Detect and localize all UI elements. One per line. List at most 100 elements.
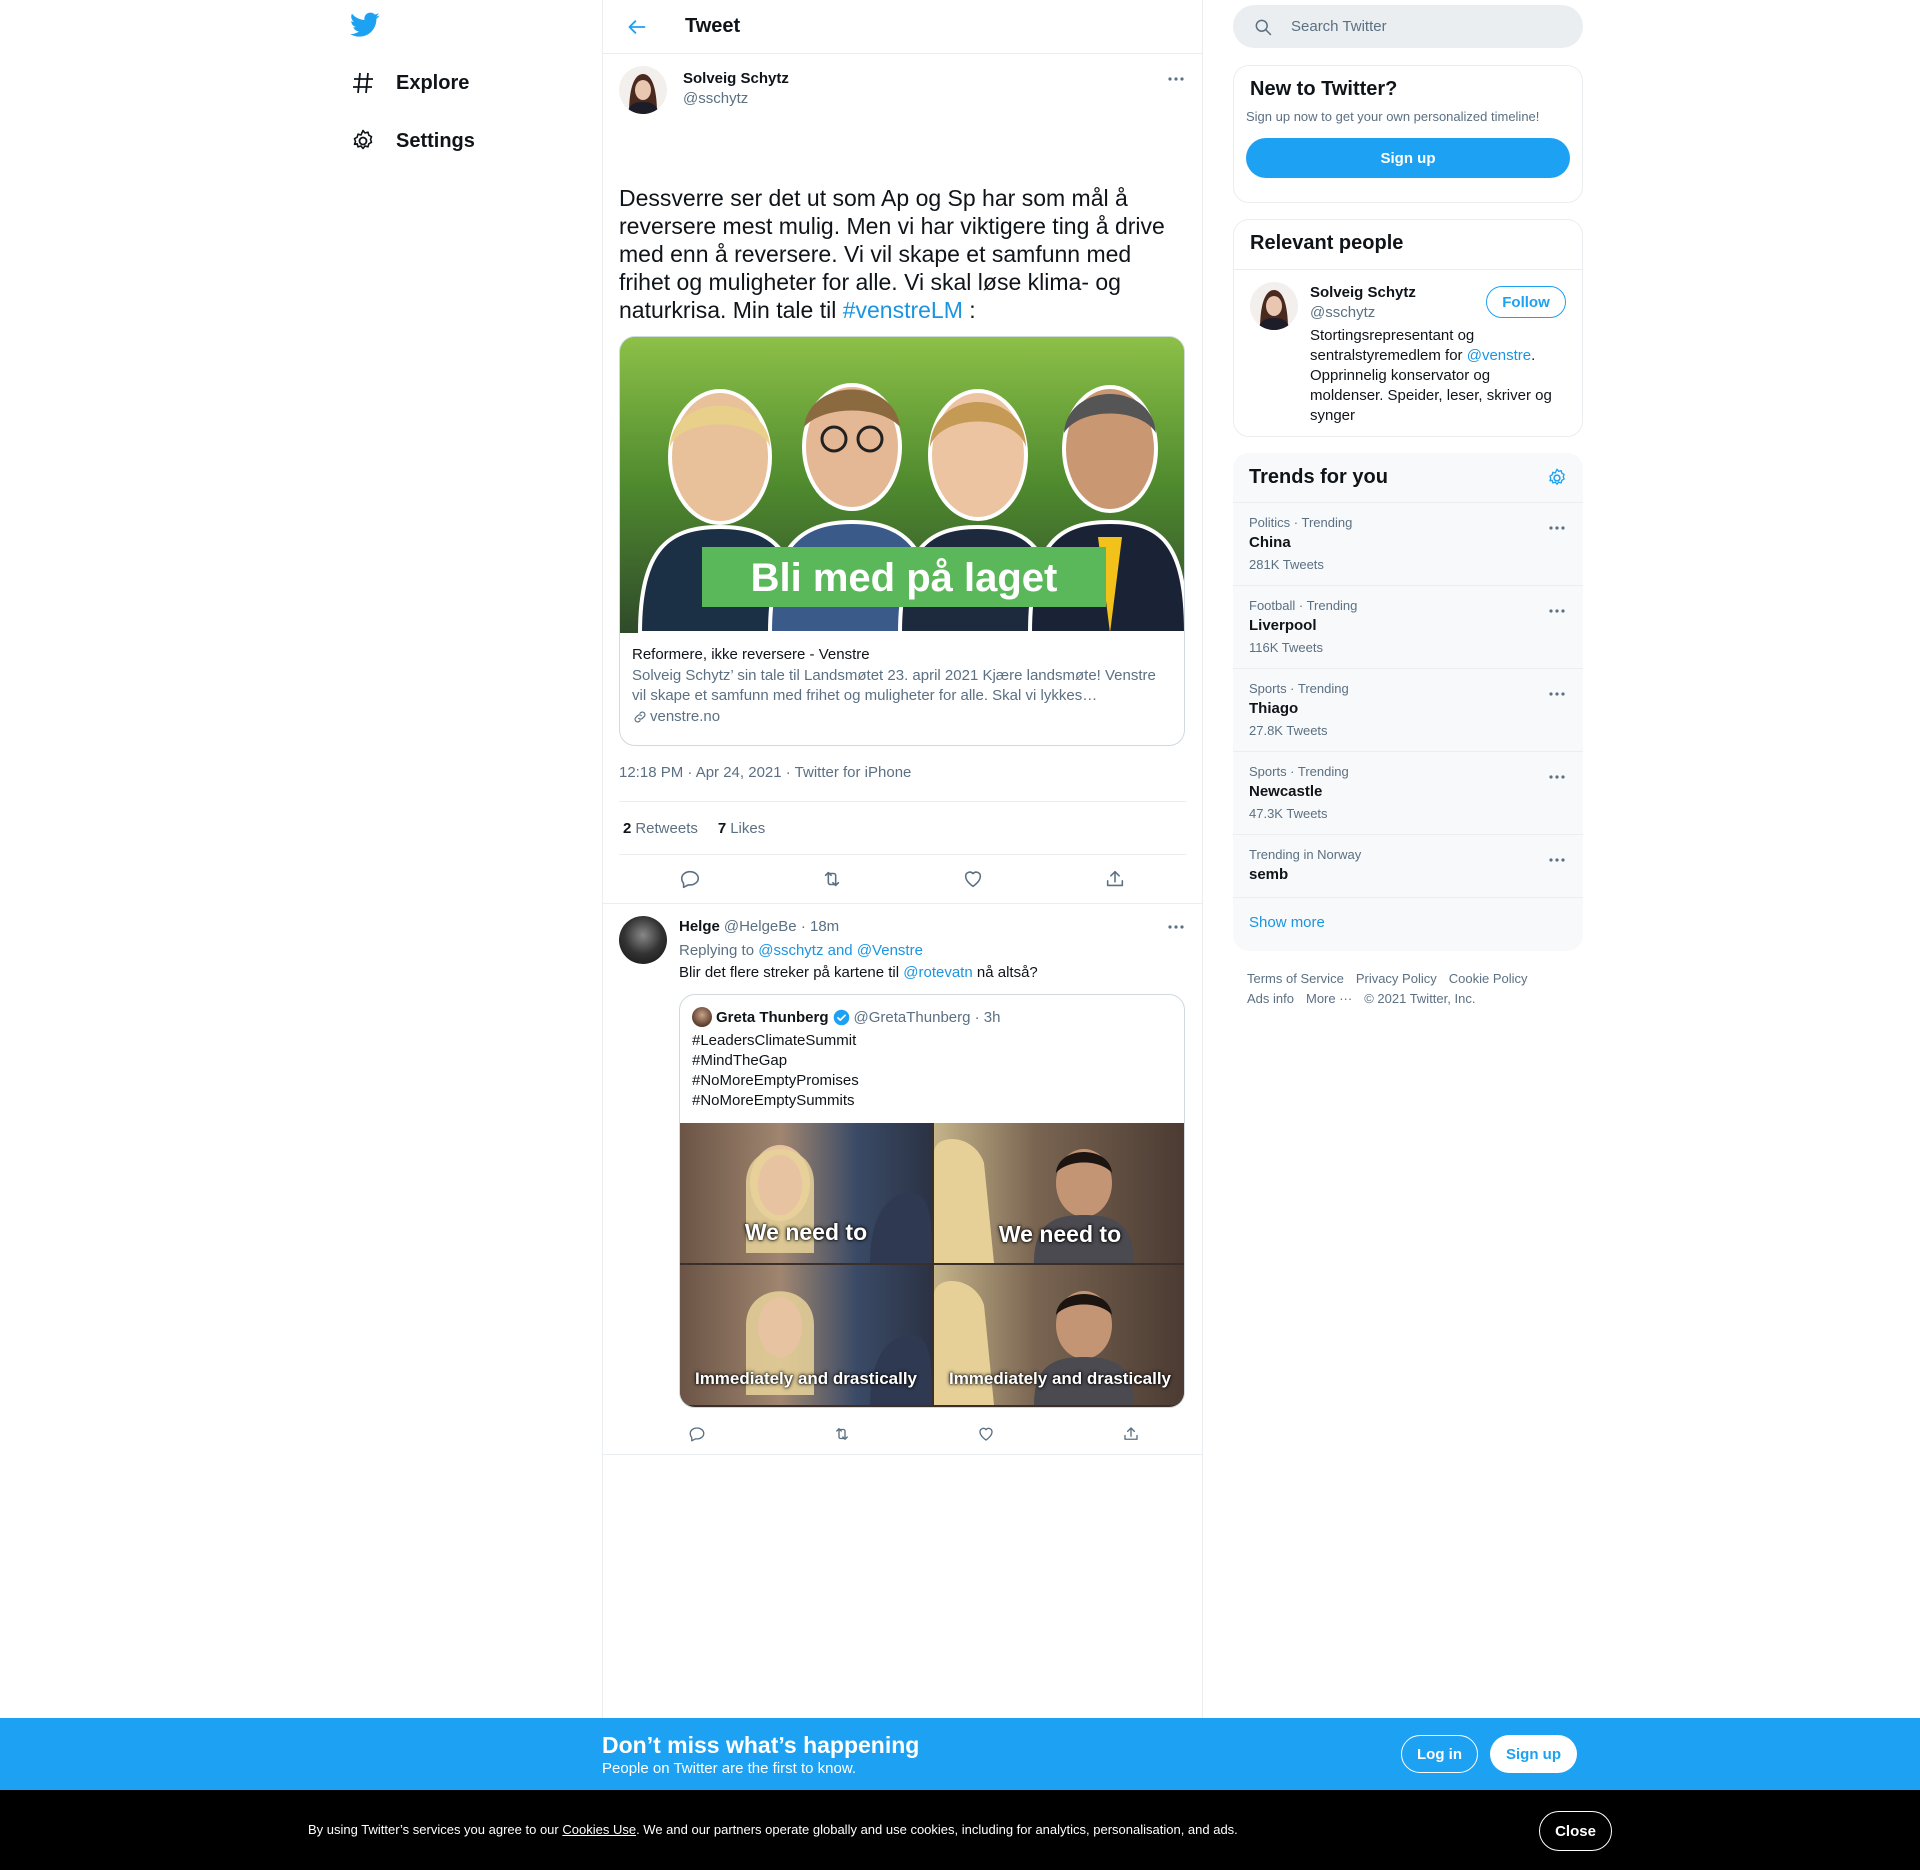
reply-author-name[interactable]: Helge xyxy=(679,918,720,935)
show-more-link[interactable]: Show more xyxy=(1233,897,1583,949)
reply-icon[interactable] xyxy=(679,1416,715,1452)
bio-mention-link[interactable]: @venstre xyxy=(1467,347,1531,364)
meme-caption: Immediately and drastically xyxy=(694,1369,918,1388)
reply-time[interactable]: · 18m xyxy=(801,918,839,935)
quoted-tweet[interactable]: Greta Thunberg @GretaThunberg · 3h #Lead… xyxy=(679,994,1185,1408)
person-item[interactable]: Solveig Schytz @sschytz Follow Stortings… xyxy=(1234,269,1582,437)
footer-link[interactable]: More ··· xyxy=(1306,989,1352,1009)
trend-item[interactable]: Politics · Trending China 281K Tweets xyxy=(1233,502,1583,585)
more-options-icon[interactable] xyxy=(1547,853,1567,867)
tweet-stats: 2 Retweets 7 Likes xyxy=(619,802,1186,855)
meme-panel: Immediately and drastically xyxy=(680,1265,932,1405)
reply-icon[interactable] xyxy=(672,861,708,897)
search-input[interactable]: Search Twitter xyxy=(1233,5,1583,48)
log-in-button[interactable]: Log in xyxy=(1401,1735,1478,1773)
trend-context: Trending in Norway xyxy=(1249,847,1362,862)
sign-up-button[interactable]: Sign up xyxy=(1246,138,1570,178)
card-info: Reformere, ikke reversere - Venstre Solv… xyxy=(620,633,1184,745)
more-options-icon[interactable] xyxy=(1547,604,1567,618)
trend-name: Liverpool xyxy=(1249,617,1317,634)
card-banner-text: Bli med på laget xyxy=(751,556,1058,600)
footer-link[interactable]: Ads info xyxy=(1247,989,1294,1009)
retweet-icon[interactable] xyxy=(824,1416,860,1452)
meme-caption: We need to xyxy=(744,1219,868,1245)
footer-links: Terms of Service Privacy Policy Cookie Pol… xyxy=(1247,969,1567,1009)
trend-item[interactable]: Football · Trending Liverpool 116K Tweet… xyxy=(1233,585,1583,668)
cookies-use-link[interactable]: Cookies Use xyxy=(562,1822,636,1837)
footer-link[interactable]: Privacy Policy xyxy=(1356,969,1437,989)
follow-button[interactable]: Follow xyxy=(1486,286,1566,318)
likes-stat[interactable]: 7 Likes xyxy=(718,820,765,837)
quote-text: #LeadersClimateSummit #MindTheGap #NoMor… xyxy=(680,1027,1184,1123)
trend-count: 27.8K Tweets xyxy=(1249,723,1328,738)
reply-author-handle[interactable]: @HelgeBe xyxy=(724,918,797,935)
retweets-stat[interactable]: 2 Retweets xyxy=(623,820,698,837)
card-image: Bli med på laget xyxy=(620,337,1184,633)
retweet-icon[interactable] xyxy=(814,861,850,897)
footer-link[interactable]: Terms of Service xyxy=(1247,969,1344,989)
more-options-icon[interactable] xyxy=(1166,920,1186,934)
share-icon[interactable] xyxy=(1113,1416,1149,1452)
reply-tweet[interactable]: Helge @HelgeBe · 18m Replying to @sschytz… xyxy=(603,903,1202,1455)
likes-label: Likes xyxy=(730,819,766,837)
nav-explore-label: Explore xyxy=(396,71,470,94)
close-button[interactable]: Close xyxy=(1539,1811,1612,1851)
meme-panel: We need to xyxy=(934,1123,1184,1263)
more-options-icon[interactable] xyxy=(1547,687,1567,701)
avatar[interactable] xyxy=(619,916,667,964)
back-arrow-icon[interactable] xyxy=(619,9,655,45)
footer-link[interactable]: Cookie Policy xyxy=(1449,969,1528,989)
twitter-bird-icon[interactable] xyxy=(350,12,380,38)
reply-text: Blir det flere streker på kartene til @r… xyxy=(679,964,1038,981)
quote-header: Greta Thunberg @GretaThunberg · 3h xyxy=(680,995,1184,1027)
banner-title: Don’t miss what’s happening xyxy=(602,1732,920,1758)
trend-item[interactable]: Trending in Norway semb xyxy=(1233,834,1583,897)
trend-item[interactable]: Sports · Trending Thiago 27.8K Tweets xyxy=(1233,668,1583,751)
hashtag-icon xyxy=(350,70,376,96)
gear-icon[interactable] xyxy=(1547,468,1567,488)
trend-context: Sports · Trending xyxy=(1249,681,1349,696)
new-to-twitter-panel: New to Twitter? Sign up now to get your … xyxy=(1233,65,1583,203)
quote-line: #NoMoreEmptyPromises xyxy=(692,1072,859,1089)
nav-explore[interactable]: Explore xyxy=(350,63,469,103)
link-icon xyxy=(634,711,646,722)
tweet-actions xyxy=(619,855,1186,903)
replying-to-users[interactable]: @sschytz and @Venstre xyxy=(758,942,923,959)
like-icon[interactable] xyxy=(968,1416,1004,1452)
like-icon[interactable] xyxy=(955,861,991,897)
trend-item[interactable]: Sports · Trending Newcastle 47.3K Tweets xyxy=(1233,751,1583,834)
share-icon[interactable] xyxy=(1097,861,1133,897)
banner-subtitle: People on Twitter are the first to know. xyxy=(602,1760,857,1777)
panel-title: Relevant people xyxy=(1250,232,1404,254)
trend-count: 47.3K Tweets xyxy=(1249,806,1328,821)
sign-up-button[interactable]: Sign up xyxy=(1490,1735,1577,1773)
verified-badge-icon xyxy=(833,1009,849,1025)
more-options-icon[interactable] xyxy=(1166,72,1186,86)
more-options-icon[interactable] xyxy=(1547,521,1567,535)
author-handle[interactable]: @sschytz xyxy=(683,90,748,107)
quote-image[interactable]: We need to We need to Immediately and dr… xyxy=(680,1123,1184,1407)
reply-text-post: nå altså? xyxy=(972,964,1038,981)
mention-link[interactable]: @rotevatn xyxy=(903,964,972,981)
trends-header: Trends for you xyxy=(1233,453,1583,502)
replying-to: Replying to @sschytz and @Venstre xyxy=(679,942,923,959)
trend-name: China xyxy=(1249,534,1291,551)
avatar[interactable] xyxy=(619,66,667,114)
link-card[interactable]: Bli med på laget Reformere, ikke reverse… xyxy=(619,336,1185,746)
person-handle[interactable]: @sschytz xyxy=(1310,304,1375,321)
author-name[interactable]: Solveig Schytz xyxy=(683,70,789,87)
quote-author-handle: @GretaThunberg xyxy=(853,1008,971,1026)
person-name[interactable]: Solveig Schytz xyxy=(1310,284,1416,301)
signup-banner: Don’t miss what’s happening People on Tw… xyxy=(0,1718,1920,1790)
more-options-icon[interactable] xyxy=(1547,770,1567,784)
tweet-timestamp[interactable]: 12:18 PM · Apr 24, 2021 · Twitter for iP… xyxy=(619,764,1186,802)
panel-title: New to Twitter? xyxy=(1250,78,1398,100)
hashtag-link[interactable]: #venstreLM xyxy=(843,297,963,323)
nav-settings-label: Settings xyxy=(396,129,475,152)
reply-actions xyxy=(679,1416,1149,1452)
trend-context: Football · Trending xyxy=(1249,598,1358,613)
person-bio: Stortingsrepresentant og sentralstyremed… xyxy=(1310,326,1560,426)
nav-settings[interactable]: Settings xyxy=(350,121,475,161)
page-title: Tweet xyxy=(685,15,741,37)
avatar[interactable] xyxy=(1250,282,1298,330)
